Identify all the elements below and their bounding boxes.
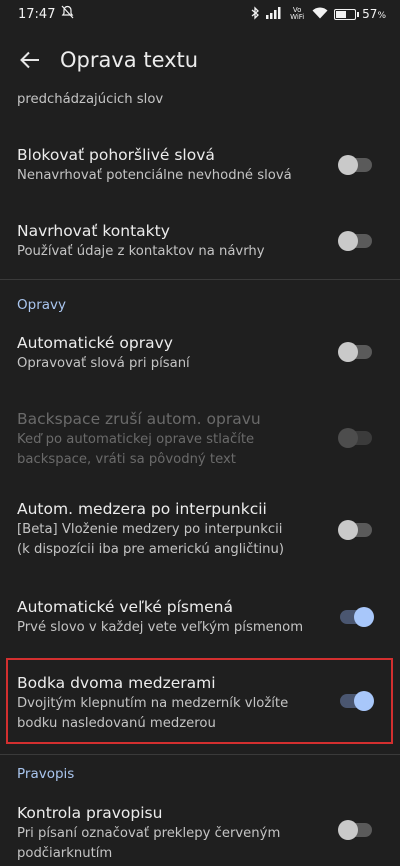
setting-title: Navrhovať kontakty <box>17 222 170 240</box>
section-divider <box>0 279 400 280</box>
switch-knob <box>338 520 358 540</box>
battery-level <box>336 10 347 18</box>
setting-summary-line2: (k dispozícii iba pre americkú angličtin… <box>17 542 285 557</box>
setting-summary: Používať údaje z kontaktov na návrhy <box>17 244 265 259</box>
setting-title: Bodka dvoma medzerami <box>17 674 216 692</box>
section-header-corrections: Opravy <box>17 297 66 313</box>
setting-summary-line2: backspace, vráti sa pôvodný text <box>17 452 236 467</box>
battery-icon <box>334 8 360 20</box>
setting-summary: Opravovať slová pri písaní <box>17 356 190 371</box>
setting-summary-line2: podčiarknutím <box>17 846 113 861</box>
battery-percent-unit: % <box>377 11 386 21</box>
setting-title: Autom. medzera po interpunkcii <box>17 500 267 518</box>
muted-bell-icon <box>61 5 74 23</box>
setting-summary-line2: bodku nasledovanú medzerou <box>17 716 216 731</box>
setting-previous-tail: predchádzajúcich slov <box>0 90 400 110</box>
double-space-period-switch[interactable] <box>340 691 374 711</box>
switch-knob <box>354 607 374 627</box>
switch-knob <box>338 428 358 448</box>
setting-summary: predchádzajúcich slov <box>17 92 164 107</box>
auto-space-switch[interactable] <box>338 520 372 540</box>
block-offensive-switch[interactable] <box>338 155 372 175</box>
section-divider <box>0 754 400 755</box>
switch-knob <box>338 820 358 840</box>
backspace-undo-switch <box>338 428 372 448</box>
setting-summary-line1: [Beta] Vloženie medzery po interpunkcii <box>17 522 283 537</box>
auto-caps-switch[interactable] <box>340 607 374 627</box>
suggest-contacts-switch[interactable] <box>338 231 372 251</box>
app-bar: Oprava textu <box>0 28 400 92</box>
setting-summary-line1: Dvojitým klepnutím na medzerník vložíte <box>17 696 289 711</box>
setting-title: Backspace zruší autom. opravu <box>17 410 261 428</box>
auto-correction-switch[interactable] <box>338 342 372 362</box>
status-time: 17:47 <box>18 6 56 22</box>
switch-knob <box>338 231 358 251</box>
page-title: Oprava textu <box>60 48 199 72</box>
battery-percent: 57% <box>362 7 386 21</box>
setting-title: Kontrola pravopisu <box>17 804 163 822</box>
switch-knob <box>338 342 358 362</box>
switch-knob <box>338 155 358 175</box>
back-arrow-icon[interactable] <box>2 32 58 88</box>
setting-title: Blokovať pohoršlivé slová <box>17 146 215 164</box>
status-bar: 17:47 Vo WiFi 57% <box>0 0 400 28</box>
wifi-icon <box>312 7 328 22</box>
setting-title: Automatické veľké písmená <box>17 598 233 616</box>
bluetooth-icon <box>251 5 260 23</box>
setting-summary-line1: Keď po automatickej oprave stlačíte <box>17 432 255 447</box>
battery-percent-value: 57 <box>362 7 378 21</box>
cell-signal-icon <box>266 6 282 22</box>
spell-check-switch[interactable] <box>338 820 372 840</box>
setting-summary: Prvé slovo v každej vete veľkým písmenom <box>17 620 304 635</box>
vowifi-label: Vo WiFi <box>290 6 305 21</box>
section-header-spelling: Pravopis <box>17 766 75 782</box>
setting-title: Automatické opravy <box>17 334 173 352</box>
switch-knob <box>354 691 374 711</box>
setting-summary-line1: Pri písaní označovať preklepy červeným <box>17 826 281 841</box>
setting-summary: Nenavrhovať potenciálne nevhodné slová <box>17 168 292 183</box>
